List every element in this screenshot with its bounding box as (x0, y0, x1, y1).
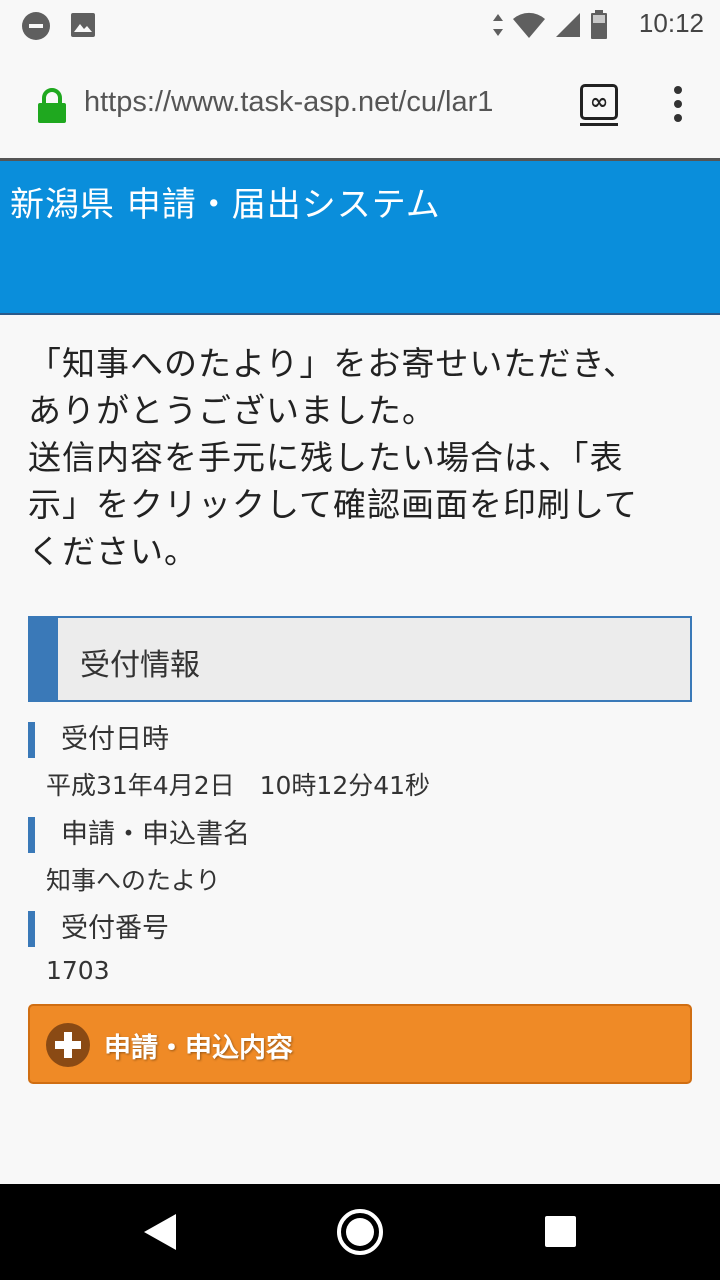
message-line: 送信内容を手元に残したい場合は、「表 (28, 438, 624, 477)
status-bar: 10:12 (0, 0, 720, 50)
application-details-label: 申請・申込内容 (104, 1033, 293, 1064)
lock-icon (38, 88, 66, 123)
message-line: 「知事へのたより」をお寄せいただき、 (28, 344, 638, 383)
reception-number-value: 1703 (46, 956, 110, 985)
thank-you-message: 「知事へのたより」をお寄せいただき、 ありがとうございました。 送信内容を手元に… (28, 340, 698, 575)
form-name-value: 知事へのたより (46, 866, 221, 895)
section-title: 受付情報 (80, 648, 200, 683)
recent-apps-icon[interactable] (545, 1216, 576, 1247)
plus-icon (46, 1023, 90, 1067)
navigation-bar (0, 1184, 720, 1280)
message-line: ありがとうございました。 (28, 391, 436, 430)
do-not-disturb-icon (22, 12, 50, 40)
tabs-icon[interactable]: ∞ (580, 84, 618, 126)
wifi-icon (513, 12, 545, 39)
signal-icon (556, 13, 580, 37)
reception-info-heading: 受付情報 (28, 616, 692, 702)
site-title[interactable]: 新潟県 申請・届出システム (10, 177, 441, 226)
address-bar[interactable]: https://www.task-asp.net/cu/lar1 (84, 86, 554, 126)
tab-count: ∞ (589, 89, 609, 115)
home-icon[interactable] (337, 1209, 383, 1255)
battery-icon (591, 10, 607, 39)
browser-toolbar: https://www.task-asp.net/cu/lar1 ∞ (0, 50, 720, 161)
site-header: 新潟県 申請・届出システム (0, 161, 720, 315)
message-line: ください。 (28, 532, 198, 571)
back-icon[interactable] (140, 1211, 180, 1253)
form-name-label: 申請・申込書名 (28, 817, 250, 853)
image-icon (71, 13, 95, 37)
menu-icon[interactable] (670, 86, 686, 126)
reception-number-label: 受付番号 (28, 911, 169, 947)
clock: 10:12 (638, 8, 704, 38)
reception-date-label: 受付日時 (28, 722, 169, 758)
application-details-button[interactable]: 申請・申込内容 (28, 1004, 692, 1084)
data-arrows-icon (493, 14, 503, 36)
message-line: 示」をクリックして確認画面を印刷して (28, 485, 639, 524)
reception-date-value: 平成31年4月2日 10時12分41秒 (46, 771, 431, 800)
